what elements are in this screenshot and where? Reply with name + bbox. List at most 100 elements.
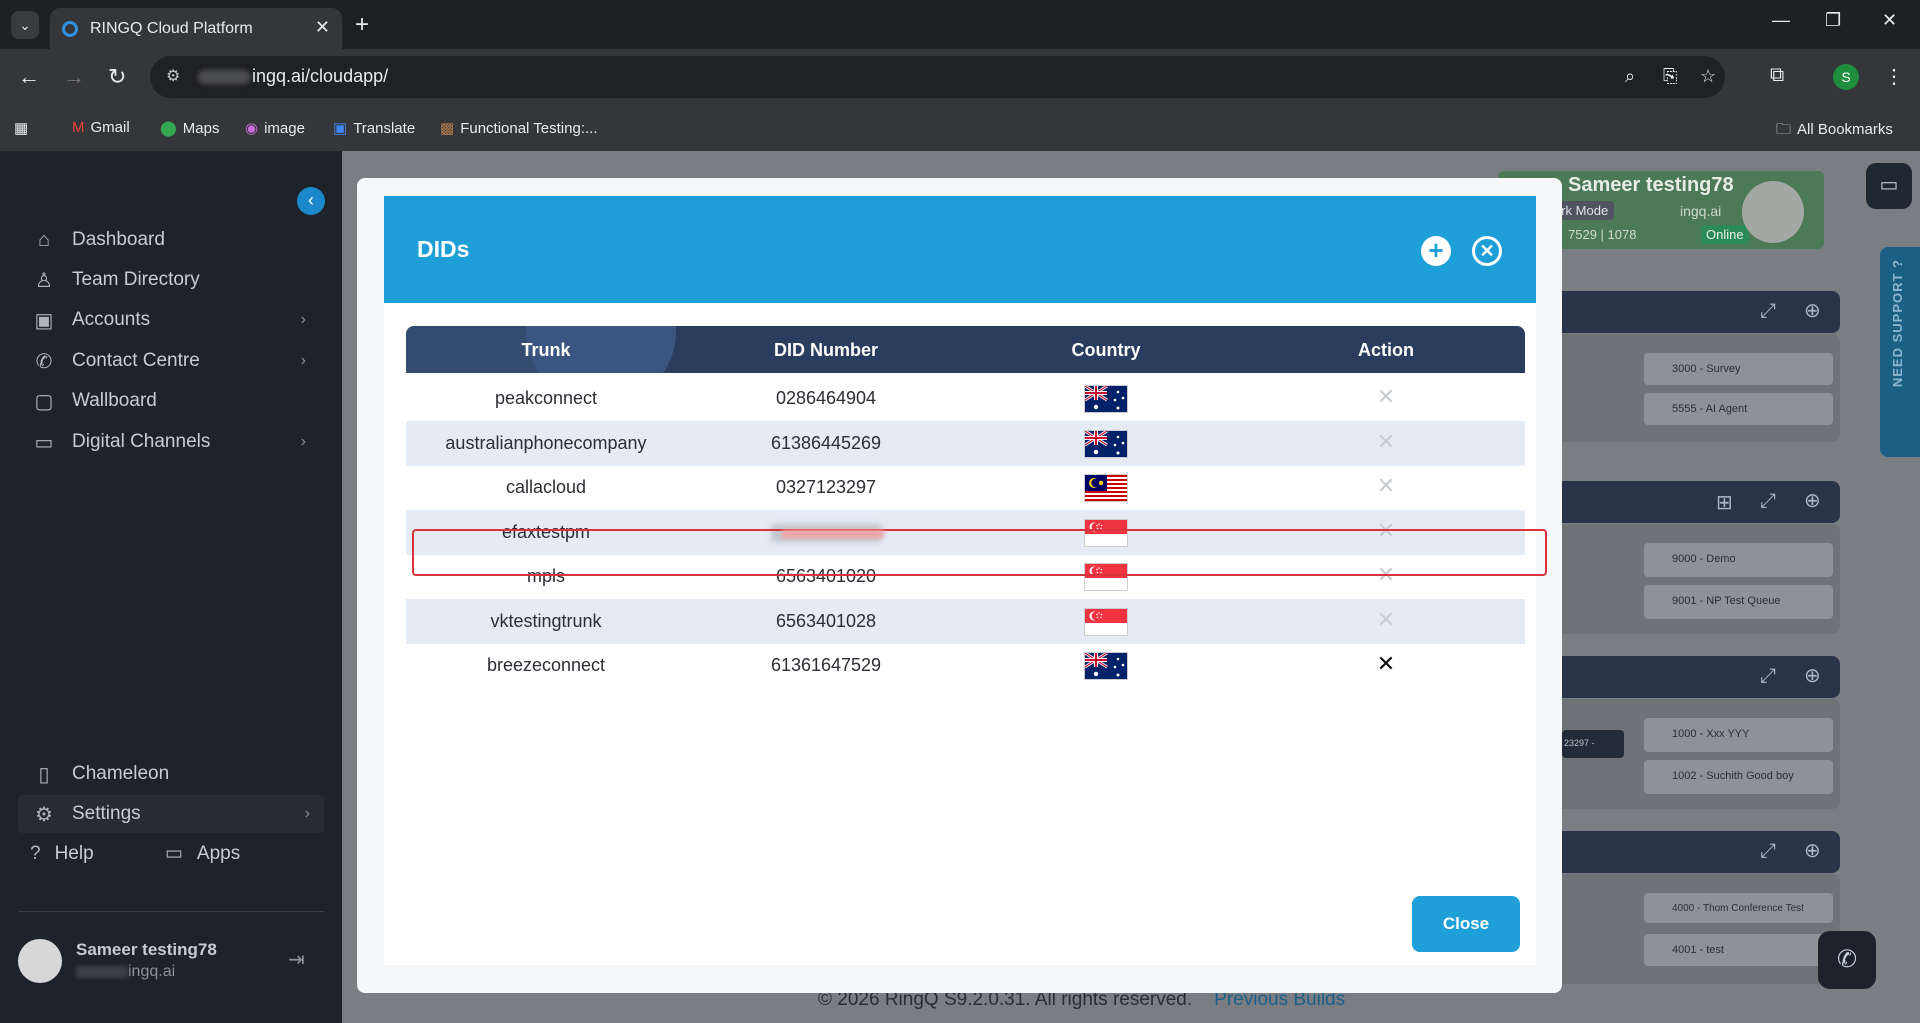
- url-text[interactable]: ingq.ai/cloudapp/: [198, 66, 388, 87]
- help-apps-row: ? Help ▭ Apps: [30, 842, 240, 865]
- logout-icon[interactable]: ⇥: [288, 947, 305, 972]
- menu-kebab-icon[interactable]: ⋮: [1884, 64, 1904, 89]
- extensions-icon[interactable]: ⧉: [1770, 64, 1784, 87]
- help-icon: ?: [30, 843, 41, 864]
- add-circle-icon[interactable]: ⊕: [1804, 663, 1821, 688]
- bookmarks-bar: ▦ M Gmail ⬤ Maps ◉ image ▣ Translate ▩ Functi…: [0, 107, 1920, 151]
- chevron-right-icon: ›: [300, 311, 306, 328]
- sidebar-item-chameleon[interactable]: ▯ Chameleon: [30, 755, 320, 793]
- avatar: [1742, 181, 1804, 243]
- trunk-cell: breezeconnect: [486, 655, 606, 675]
- all-bookmarks[interactable]: 🗀 All Bookmarks: [1776, 119, 1893, 144]
- forward-icon[interactable]: →: [63, 64, 85, 90]
- video-call-icon[interactable]: ▭: [1866, 163, 1912, 209]
- delete-icon[interactable]: ✕: [1246, 384, 1526, 410]
- close-tab-icon[interactable]: ✕: [315, 17, 330, 38]
- delete-icon[interactable]: ✕: [1246, 429, 1526, 455]
- delete-icon[interactable]: ✕: [1246, 651, 1526, 677]
- table-row: australianphonecompany 61386445269 ✕: [406, 420, 1526, 466]
- highlight-box: [412, 529, 1547, 576]
- table-row: peakconnect 0286464904 ✕: [406, 376, 1525, 421]
- browser-tab[interactable]: RINGQ Cloud Platform ✕: [50, 8, 342, 49]
- did-number-cell: 0327123297: [775, 477, 877, 497]
- sidebar: ‹ ⌂ Dashboard ♙ Team Directory ▣ Accounts ›…: [0, 151, 342, 1023]
- profile-avatar[interactable]: S: [1833, 64, 1859, 90]
- column-header-trunk: Trunk: [521, 340, 571, 360]
- address-bar-row: ← → ↻ ⚙ ingq.ai/cloudapp/ ⌕ ⎘ ☆ ⧉ S ⋮: [0, 49, 1920, 107]
- column-header-did-number: DID Number: [773, 340, 878, 360]
- bookmark-translate[interactable]: ▣ Translate: [333, 119, 415, 137]
- apps-link[interactable]: ▭ Apps: [165, 843, 240, 864]
- add-circle-icon[interactable]: ⊕: [1804, 488, 1821, 513]
- add-circle-icon[interactable]: ⊕: [1804, 298, 1821, 323]
- modal-header: DIDs + ✕: [384, 196, 1536, 303]
- flag-au-icon: [1084, 429, 1128, 458]
- redaction-mark: [782, 530, 884, 538]
- did-number-cell: 61361647529: [770, 655, 882, 675]
- bookmark-functional-testing[interactable]: ▩ Functional Testing:...: [440, 119, 598, 137]
- expand-icon[interactable]: ⤢: [1760, 490, 1776, 513]
- add-did-icon[interactable]: +: [1421, 236, 1451, 266]
- zoom-icon[interactable]: ⌕: [1625, 66, 1635, 87]
- close-window-icon[interactable]: ✕: [1882, 10, 1897, 31]
- collapse-sidebar-icon[interactable]: ‹: [297, 187, 325, 215]
- sidebar-item-accounts[interactable]: ▣ Accounts ›: [30, 301, 320, 339]
- sidebar-item-contact-centre[interactable]: ✆ Contact Centre ›: [30, 342, 320, 380]
- hierarchy-icon[interactable]: ⊞: [1716, 490, 1733, 515]
- column-header-action: Action: [1358, 340, 1414, 360]
- add-circle-icon[interactable]: ⊕: [1804, 838, 1821, 863]
- table-header: Trunk DID Number Country Action: [406, 326, 1525, 373]
- dids-modal-content: DIDs + ✕ Trunk DID Number Country Action…: [384, 196, 1536, 965]
- sidebar-item-dashboard[interactable]: ⌂ Dashboard: [30, 221, 320, 259]
- ringq-favicon-icon: [62, 21, 78, 37]
- expand-icon[interactable]: ⤢: [1760, 665, 1776, 688]
- did-number-cell: 0286464904: [775, 388, 877, 408]
- table-row: callacloud 0327123297 ✕: [406, 465, 1525, 510]
- delete-icon[interactable]: ✕: [1246, 473, 1526, 499]
- sidebar-item-team-directory[interactable]: ♙ Team Directory: [30, 261, 320, 299]
- site-info-icon[interactable]: ⚙: [166, 66, 180, 86]
- home-icon: ⌂: [37, 228, 51, 251]
- did-number-cell: 6563401028: [775, 610, 877, 631]
- back-icon[interactable]: ←: [18, 64, 40, 90]
- trunk-cell: callacloud: [505, 477, 587, 497]
- tab-search-chevron-icon[interactable]: ⌄: [11, 11, 39, 39]
- new-tab-icon[interactable]: +: [355, 11, 369, 39]
- restore-icon[interactable]: ❐: [1825, 10, 1841, 31]
- phone-icon: ✆: [35, 350, 53, 373]
- chevron-right-icon: ›: [300, 352, 306, 369]
- help-link[interactable]: ? Help: [30, 843, 94, 864]
- delete-icon[interactable]: ✕: [1246, 607, 1526, 633]
- install-app-icon[interactable]: ⎘: [1663, 66, 1677, 87]
- person-icon: ♙: [35, 269, 53, 292]
- flag-my-icon: [1084, 474, 1128, 502]
- bookmark-star-icon[interactable]: ☆: [1700, 66, 1716, 87]
- chat-icon: ▭: [34, 431, 54, 454]
- need-support-tab[interactable]: NEED SUPPORT ?: [1880, 247, 1920, 457]
- chevron-right-icon: ›: [300, 433, 306, 450]
- bookmark-gmail[interactable]: M Gmail: [72, 119, 130, 136]
- expand-icon[interactable]: ⤢: [1760, 300, 1776, 323]
- sidebar-divider: [18, 911, 324, 912]
- trunk-cell: australianphonecompany: [445, 432, 647, 453]
- omnibox[interactable]: ⚙ ingq.ai/cloudapp/ ⌕ ⎘ ☆: [150, 56, 1725, 98]
- flag-au-icon: [1084, 385, 1128, 413]
- account-icon: ▣: [34, 309, 54, 332]
- bookmark-image[interactable]: ◉ image: [245, 119, 305, 137]
- reload-icon[interactable]: ↻: [108, 64, 126, 90]
- table-row: breezeconnect 61361647529 ✕: [406, 643, 1525, 688]
- chevron-right-icon: ›: [304, 805, 310, 822]
- bookmark-maps[interactable]: ⬤ Maps: [160, 119, 219, 137]
- apps-grid-icon[interactable]: ▦: [14, 119, 28, 137]
- close-circle-icon[interactable]: ✕: [1472, 236, 1502, 266]
- sidebar-item-wallboard[interactable]: ▢ Wallboard: [30, 382, 320, 420]
- clipboard-icon: ▯: [38, 763, 50, 786]
- avatar[interactable]: [18, 939, 62, 983]
- dialer-phone-icon[interactable]: ✆: [1818, 931, 1876, 989]
- user-name: Sameer testing78: [76, 940, 217, 959]
- close-button[interactable]: Close: [1412, 896, 1520, 952]
- minimize-icon[interactable]: —: [1772, 10, 1790, 31]
- expand-icon[interactable]: ⤢: [1760, 840, 1776, 863]
- sidebar-item-settings[interactable]: ⚙ Settings ›: [18, 795, 324, 833]
- sidebar-item-digital-channels[interactable]: ▭ Digital Channels ›: [30, 423, 320, 461]
